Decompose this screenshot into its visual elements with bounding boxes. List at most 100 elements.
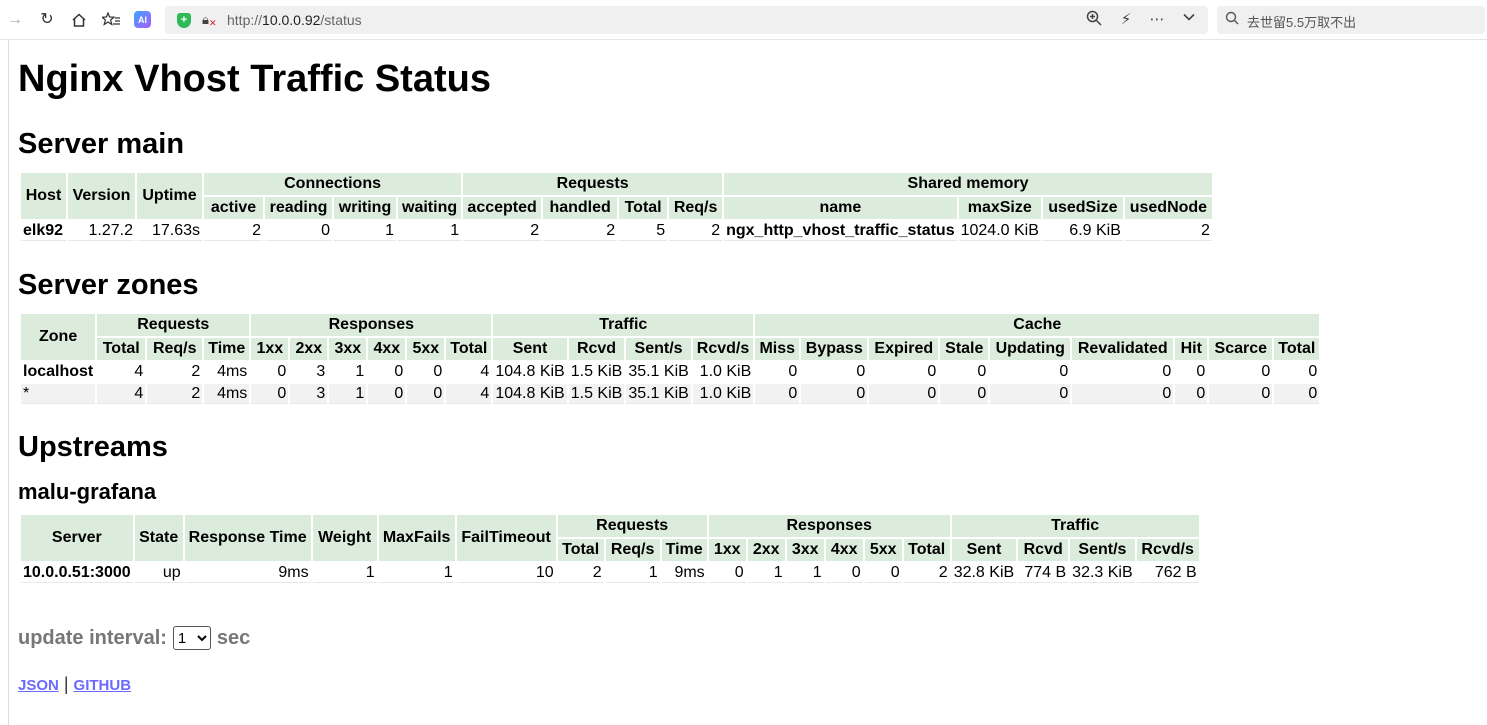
back-arrow-icon[interactable]: → — [3, 8, 27, 32]
upstreams-title: Upstreams — [18, 431, 168, 463]
zoom-icon[interactable] — [1084, 10, 1104, 30]
cell: 1 — [329, 384, 367, 404]
reload-icon[interactable]: ↻ — [35, 8, 59, 32]
more-icon[interactable]: ⋯ — [1147, 10, 1167, 30]
ai-assistant-icon[interactable]: AI — [134, 11, 151, 28]
update-interval-label: update interval: — [18, 626, 167, 649]
update-interval-select[interactable]: 1 — [172, 626, 211, 650]
col-sent: Sent — [493, 338, 567, 360]
lightning-icon[interactable]: ⚡︎ — [1116, 10, 1136, 30]
cell: 1 — [312, 563, 377, 583]
cell: 0 — [368, 384, 406, 404]
shield-icon[interactable]: + — [177, 13, 191, 28]
col-1xx: 1xx — [251, 338, 289, 360]
server-main-title: Server main — [18, 128, 185, 160]
insecure-connection-icon[interactable]: 🔒︎ ✕ — [202, 12, 217, 28]
col-1xx: 1xx — [708, 539, 746, 561]
cell: 32.8 KiB — [951, 563, 1017, 583]
col-total: Total — [903, 539, 950, 561]
col-expired: Expired — [869, 338, 939, 360]
json-link[interactable]: JSON — [18, 677, 59, 694]
col-miss: Miss — [755, 338, 800, 360]
url-host: 10.0.0.92 — [262, 12, 321, 28]
group-requests: Requests — [97, 314, 250, 336]
cell: 2 — [147, 362, 203, 382]
cell: 1 — [747, 563, 785, 583]
col-maxsize: maxSize — [958, 197, 1041, 219]
cell: 0 — [1209, 384, 1273, 404]
cell: 6.9 KiB — [1042, 221, 1123, 241]
cell: 3 — [290, 384, 328, 404]
cell: 1 — [329, 362, 367, 382]
cell: 10.0.0.51:3000 — [21, 563, 133, 583]
col-zone: Zone — [21, 314, 96, 360]
github-link[interactable]: GITHUB — [74, 677, 132, 694]
col-server: Server — [21, 515, 133, 561]
col-total: Total — [1274, 338, 1320, 360]
cell: 17.63s — [137, 221, 202, 241]
cell: 0 — [407, 362, 445, 382]
table-row: 10.0.0.51:3000 up 9ms 1 1 10 2 1 9ms 0 1… — [21, 563, 1199, 583]
group-traffic: Traffic — [951, 515, 1199, 537]
cell: 0 — [251, 384, 289, 404]
footer-links: JSON | GITHUB — [18, 674, 131, 695]
url-text[interactable]: http://10.0.0.92/status — [227, 12, 362, 28]
home-icon[interactable] — [67, 8, 91, 32]
cell: 4ms — [204, 384, 250, 404]
cell: 0 — [755, 362, 800, 382]
col-name: name — [724, 197, 957, 219]
cell: 0 — [869, 362, 939, 382]
col-2xx: 2xx — [290, 338, 328, 360]
search-placeholder: 去世留5.5万取不出 — [1247, 15, 1357, 30]
cell: 0 — [265, 221, 332, 241]
col-updating: Updating — [990, 338, 1071, 360]
group-cache: Cache — [755, 314, 1320, 336]
col-usedsize: usedSize — [1042, 197, 1123, 219]
col-sent-s: Sent/s — [1070, 539, 1135, 561]
favorites-icon[interactable] — [99, 8, 123, 32]
cell: localhost — [21, 362, 96, 382]
col-5xx: 5xx — [864, 539, 902, 561]
cell: 0 — [1072, 362, 1174, 382]
cell: 2 — [903, 563, 950, 583]
table-row: elk92 1.27.2 17.63s 2 0 1 1 2 2 5 2 ngx_… — [21, 221, 1212, 241]
page-title: Nginx Vhost Traffic Status — [18, 58, 491, 100]
browser-search-box[interactable]: 去世留5.5万取不出 — [1217, 6, 1485, 34]
cell: 1 — [378, 563, 455, 583]
col-writing: writing — [334, 197, 396, 219]
cell: 0 — [1175, 362, 1208, 382]
group-requests: Requests — [557, 515, 707, 537]
col-version: Version — [68, 173, 135, 219]
col-response-time: Response Time — [184, 515, 311, 561]
cell: 10 — [456, 563, 556, 583]
cell: 0 — [1175, 384, 1208, 404]
cell: 4 — [446, 362, 492, 382]
cell: 0 — [368, 362, 406, 382]
cell: 3 — [290, 362, 328, 382]
cell: 2 — [557, 563, 604, 583]
col-state: State — [134, 515, 183, 561]
cell: 2 — [669, 221, 723, 241]
col-reqs: Req/s — [669, 197, 723, 219]
col-hit: Hit — [1175, 338, 1208, 360]
cell: 2 — [1124, 221, 1212, 241]
cell: ngx_http_vhost_traffic_status — [724, 221, 957, 241]
cell: 0 — [755, 384, 800, 404]
col-sent: Sent — [951, 539, 1017, 561]
cell: 35.1 KiB — [626, 384, 691, 404]
cell: 2 — [147, 384, 203, 404]
browser-toolbar: → ↻ AI + 🔒︎ ✕ http://10.0.0.92/status ⚡︎ … — [0, 0, 1487, 40]
col-active: active — [204, 197, 263, 219]
col-usednode: usedNode — [1124, 197, 1212, 219]
cell: 0 — [864, 563, 902, 583]
col-failtimeout: FailTimeout — [456, 515, 556, 561]
address-bar[interactable]: + 🔒︎ ✕ http://10.0.0.92/status ⚡︎ ⋯ — [165, 6, 1208, 34]
cell: 1.5 KiB — [568, 362, 625, 382]
cell: 9ms — [661, 563, 707, 583]
cell: 1.27.2 — [68, 221, 135, 241]
chevron-down-icon[interactable] — [1179, 10, 1199, 30]
cell: 0 — [1209, 362, 1273, 382]
col-3xx: 3xx — [786, 539, 824, 561]
cell: 0 — [251, 362, 289, 382]
cell: 4 — [446, 384, 492, 404]
